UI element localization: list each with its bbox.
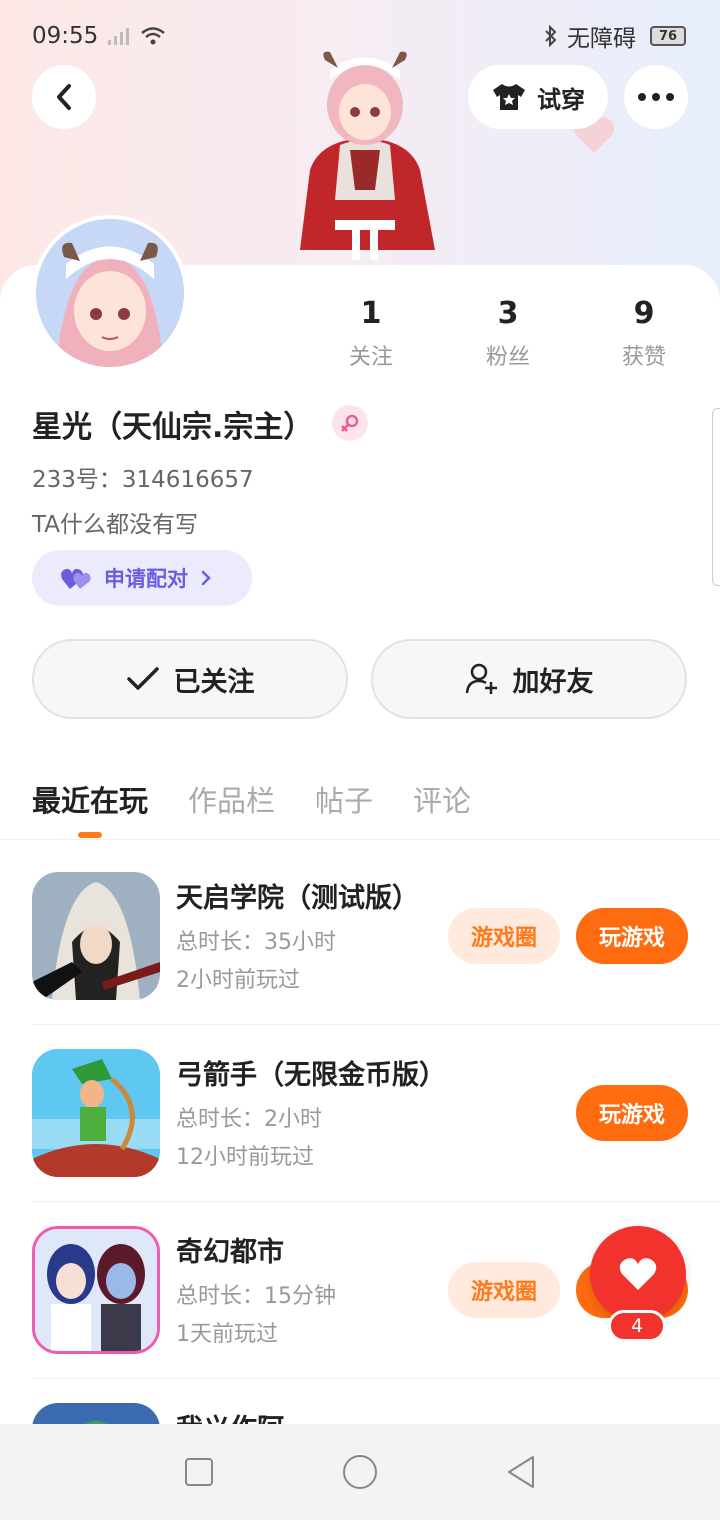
play-game-button[interactable]: 玩游戏 [576,1085,688,1141]
game-icon-tianqi [32,872,160,1000]
tab-recently-played[interactable]: 最近在玩 [32,778,148,820]
check-icon [126,667,159,690]
game-circle-button[interactable]: 游戏圈 [448,908,560,964]
add-user-icon [465,663,497,694]
home-icon[interactable] [341,1453,379,1491]
avatar[interactable] [32,215,188,371]
gender-female-icon [332,405,368,441]
game-last-played: 12小时前玩过 [176,1145,314,1170]
signal-icon [108,28,130,45]
stat-following[interactable]: 1 关注 [316,296,426,371]
status-right: 无障碍 76 [543,19,686,53]
double-heart-icon [61,568,91,589]
back-button[interactable] [32,65,96,129]
heart-icon [619,1258,657,1290]
user-id: 233号：314616657 [32,467,254,493]
status-left: 09:55 [32,23,166,49]
game-duration: 总时长：15分钟 [176,1284,336,1309]
stat-likes[interactable]: 9 获赞 [589,296,699,371]
back-nav-icon[interactable] [505,1454,537,1490]
stat-value: 9 [633,296,655,331]
stat-fans[interactable]: 3 粉丝 [453,296,563,371]
side-scroll-handle[interactable] [712,408,720,586]
tab-comments[interactable]: 评论 [413,778,471,820]
game-row[interactable]: 天启学院（测试版） 总时长：35小时 2小时前玩过 游戏圈 玩游戏 [0,848,720,1025]
game-duration: 总时长：2小时 [176,1107,322,1132]
more-dots-icon [638,93,674,101]
status-time: 09:55 [32,23,99,49]
status-bar: 09:55 无障碍 76 [0,0,720,72]
followed-label: 已关注 [173,666,255,698]
chevron-right-icon [201,570,211,586]
tab-active-indicator [78,832,102,838]
stat-label: 粉丝 [485,345,530,370]
stat-value: 3 [497,296,519,331]
bio: TA什么都没有写 [32,512,198,538]
wifi-icon [141,27,166,45]
game-title: 天启学院（测试版） [176,883,419,914]
game-circle-button[interactable]: 游戏圈 [448,1262,560,1318]
apply-pair-button[interactable]: 申请配对 [32,550,252,606]
floating-like-button[interactable] [590,1226,686,1322]
tab-bar: 最近在玩 作品栏 帖子 评论 [32,778,471,820]
more-button[interactable] [624,65,688,129]
game-last-played: 2小时前玩过 [176,968,300,993]
system-nav-bar [0,1424,720,1520]
game-icon-archer [32,1049,160,1177]
try-on-button[interactable]: 试穿 [468,65,608,129]
tab-works[interactable]: 作品栏 [188,778,275,820]
apply-pair-label: 申请配对 [104,567,188,591]
game-icon-fantasy-city [32,1226,160,1354]
avatar-image [36,219,184,367]
play-game-button[interactable]: 玩游戏 [576,908,688,964]
stat-value: 1 [360,296,382,331]
game-title: 弓箭手（无限金币版） [176,1060,446,1091]
add-friend-label: 加好友 [512,666,594,698]
tab-divider [0,839,720,840]
try-on-label: 试穿 [537,85,585,114]
stat-label: 关注 [348,345,393,370]
chevron-left-icon [57,84,71,110]
add-friend-button[interactable]: 加好友 [371,639,687,719]
game-duration: 总时长：35小时 [176,930,336,955]
game-row[interactable]: 弓箭手（无限金币版） 总时长：2小时 12小时前玩过 玩游戏 [0,1025,720,1202]
recent-apps-icon[interactable] [183,1456,215,1488]
profile-name: 星光（天仙宗.宗主） [32,410,314,445]
shirt-icon [493,84,525,110]
avatar-3d-model [300,51,435,260]
battery-indicator: 76 [650,26,686,46]
like-count-badge: 4 [608,1310,666,1342]
game-title: 奇幻都市 [176,1237,284,1268]
bluetooth-icon [545,25,557,47]
accessibility-label: 无障碍 [567,26,636,52]
tab-posts[interactable]: 帖子 [315,778,373,820]
game-last-played: 1天前玩过 [176,1322,278,1347]
followed-button[interactable]: 已关注 [32,639,348,719]
stat-label: 获赞 [621,345,666,370]
